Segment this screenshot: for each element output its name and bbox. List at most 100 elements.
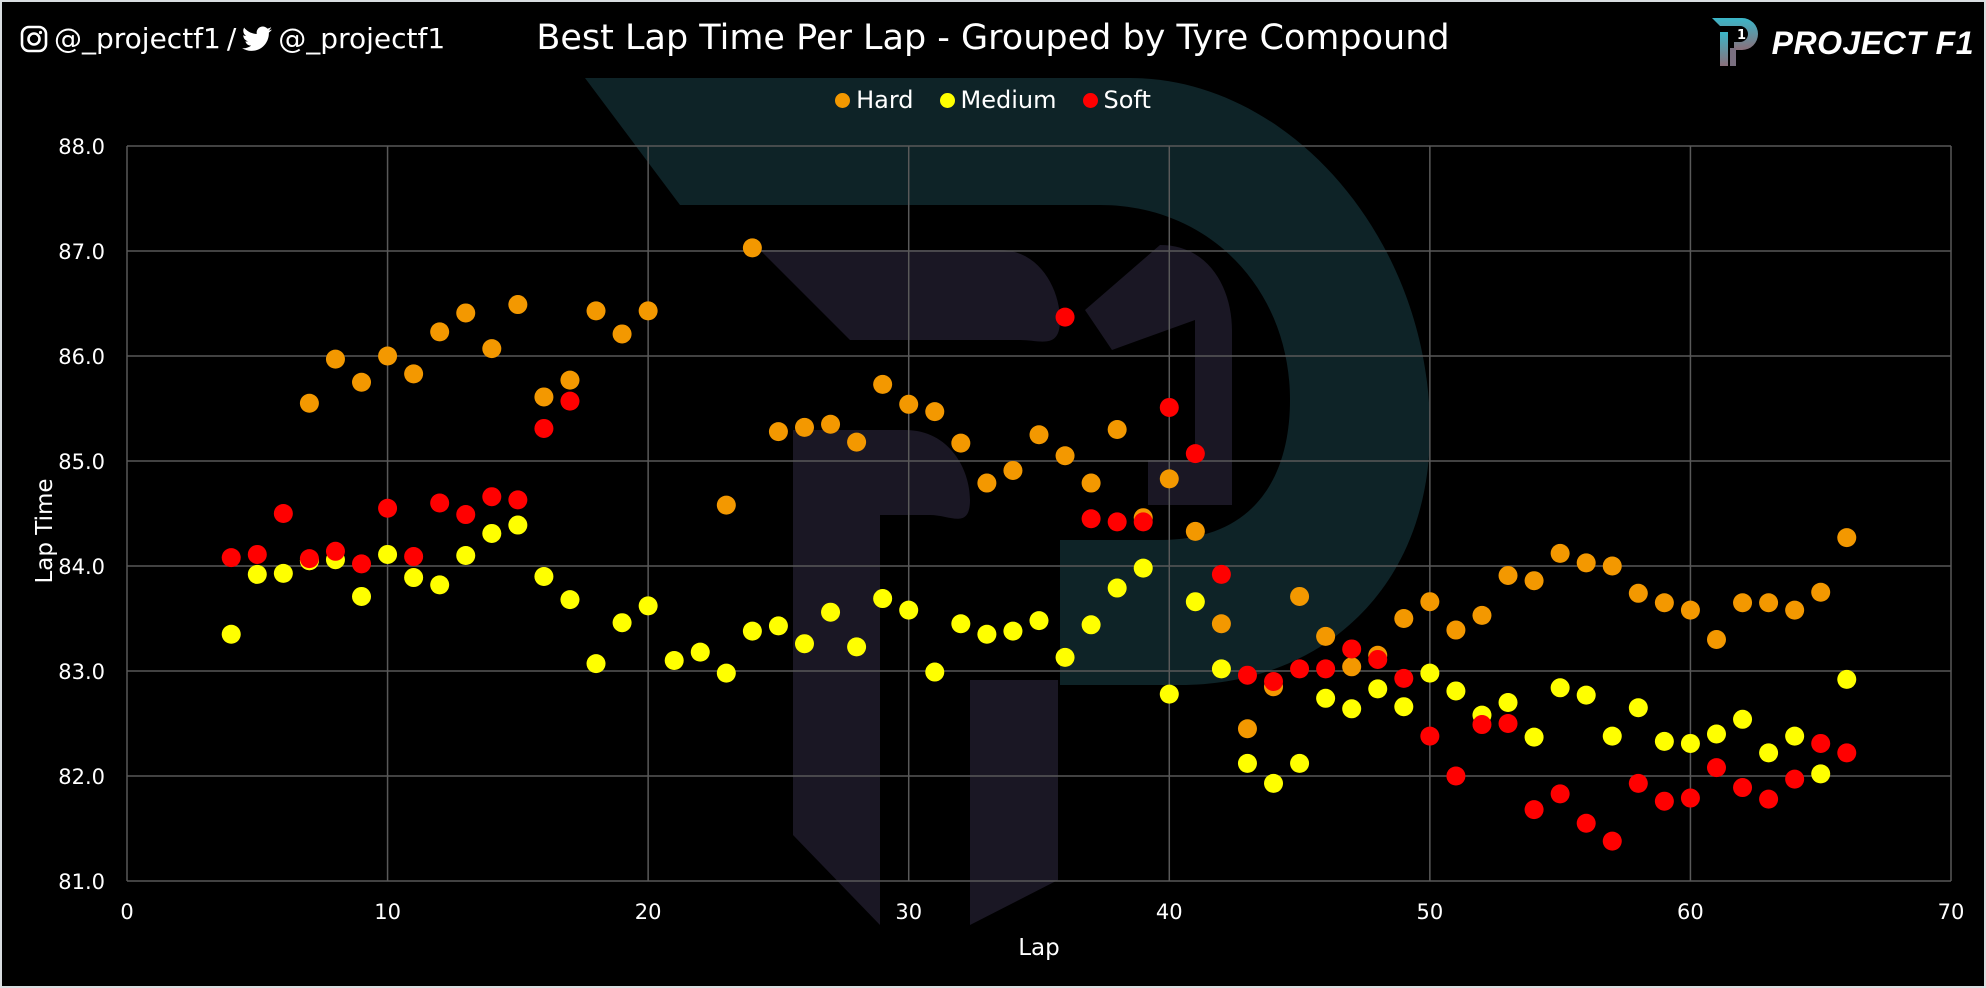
point-soft <box>1602 831 1622 851</box>
point-soft <box>221 548 241 568</box>
point-hard <box>925 402 945 422</box>
watermark-bar <box>760 250 1060 342</box>
point-hard <box>1498 565 1518 585</box>
point-medium <box>273 563 293 583</box>
point-hard <box>821 414 841 434</box>
point-hard <box>1576 553 1596 573</box>
point-hard <box>951 433 971 453</box>
legend: Hard Medium Soft <box>0 86 1986 114</box>
legend-item-hard[interactable]: Hard <box>835 86 914 114</box>
scatter-chart: 81.0 82.0 83.0 84.0 85.0 86.0 87.0 88.0 0 10 20 30… <box>32 78 1964 961</box>
y-tick-label: 88.0 <box>58 135 105 159</box>
point-medium <box>847 637 867 657</box>
point-medium <box>352 586 372 606</box>
point-medium <box>951 614 971 634</box>
point-medium <box>821 602 841 622</box>
x-tick-label: 70 <box>1938 900 1965 924</box>
point-hard <box>1628 583 1648 603</box>
point-soft <box>1394 668 1414 688</box>
point-hard <box>1706 630 1726 649</box>
svg-text:1: 1 <box>1737 28 1746 43</box>
point-hard <box>404 364 424 384</box>
point-soft <box>247 544 267 564</box>
x-tick-label: 20 <box>635 900 662 924</box>
point-medium <box>560 590 580 610</box>
point-soft <box>1759 789 1779 809</box>
legend-item-medium[interactable]: Medium <box>939 86 1057 114</box>
point-medium <box>1081 615 1101 635</box>
legend-item-soft[interactable]: Soft <box>1082 86 1151 114</box>
point-medium <box>221 624 241 644</box>
point-medium <box>1420 663 1440 683</box>
x-tick-label: 60 <box>1677 900 1704 924</box>
point-hard <box>1342 657 1362 677</box>
point-medium <box>1029 611 1049 631</box>
point-hard <box>508 295 528 315</box>
point-hard <box>352 372 372 392</box>
point-soft <box>1211 564 1231 584</box>
point-soft <box>560 391 580 411</box>
point-medium <box>1264 773 1284 793</box>
point-hard <box>534 387 554 407</box>
point-medium <box>404 568 424 588</box>
point-hard <box>1811 582 1831 602</box>
point-hard <box>1654 593 1674 613</box>
point-hard <box>847 432 867 452</box>
legend-label-hard: Hard <box>856 86 914 114</box>
point-hard <box>1107 420 1127 439</box>
point-hard <box>742 238 762 258</box>
point-soft <box>1785 769 1805 789</box>
point-medium <box>247 564 267 584</box>
point-medium <box>1680 733 1700 753</box>
point-hard <box>977 473 997 493</box>
point-hard <box>560 370 580 390</box>
point-medium <box>1628 698 1648 718</box>
point-hard <box>1159 469 1179 489</box>
point-hard <box>612 324 632 344</box>
point-hard <box>1785 600 1805 620</box>
point-hard <box>1472 605 1492 625</box>
point-medium <box>1368 679 1388 699</box>
point-hard <box>716 495 736 515</box>
legend-label-soft: Soft <box>1103 86 1151 114</box>
point-hard <box>299 393 319 413</box>
point-soft <box>1680 788 1700 808</box>
point-medium <box>899 600 919 620</box>
point-soft <box>1550 784 1570 804</box>
point-medium <box>1654 731 1674 751</box>
point-medium <box>873 589 893 609</box>
point-medium <box>690 642 710 662</box>
point-hard <box>456 303 476 323</box>
point-medium <box>1759 743 1779 763</box>
point-medium <box>1837 669 1857 689</box>
point-hard <box>1602 556 1622 576</box>
point-soft <box>1472 715 1492 735</box>
watermark-one <box>1085 245 1232 505</box>
x-tick-labels: 0 10 20 30 40 50 60 70 <box>120 900 1964 924</box>
point-medium <box>1055 647 1075 667</box>
point-medium <box>586 654 606 674</box>
legend-marker-soft <box>1082 92 1098 108</box>
y-axis-label: Lap Time <box>32 478 58 583</box>
y-tick-label: 86.0 <box>58 345 105 369</box>
point-hard <box>378 346 398 366</box>
watermark-stem-left <box>793 430 970 925</box>
point-soft <box>1159 397 1179 417</box>
legend-marker-hard <box>835 92 851 108</box>
point-soft <box>378 498 398 518</box>
point-soft <box>1055 307 1075 327</box>
point-soft <box>1290 659 1310 679</box>
point-hard <box>794 417 814 437</box>
point-hard <box>1055 446 1075 466</box>
point-hard <box>1029 425 1049 445</box>
chart-title: Best Lap Time Per Lap - Grouped by Tyre … <box>536 18 1450 58</box>
point-medium <box>1524 727 1544 747</box>
point-medium <box>1290 753 1310 773</box>
x-tick-label: 0 <box>120 900 133 924</box>
point-hard <box>1733 593 1753 613</box>
point-medium <box>1602 726 1622 746</box>
y-tick-labels: 81.0 82.0 83.0 84.0 85.0 86.0 87.0 88.0 <box>58 135 105 894</box>
point-hard <box>1211 614 1231 634</box>
point-hard <box>1680 600 1700 620</box>
point-hard <box>1550 543 1570 563</box>
